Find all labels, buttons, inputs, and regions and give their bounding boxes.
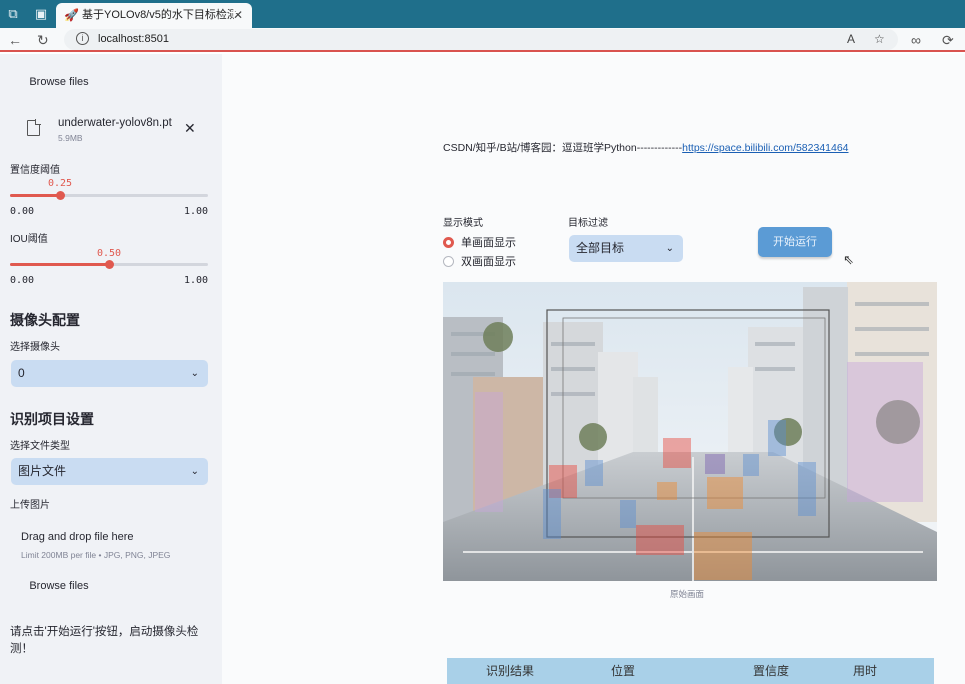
- iou-min: 0.00: [10, 275, 35, 286]
- file-type-select[interactable]: 图片文件 ⌄: [11, 458, 208, 485]
- target-filter-label: 目标过滤: [568, 218, 608, 229]
- file-icon: [27, 119, 41, 136]
- extensions-icon[interactable]: ∞: [911, 31, 921, 49]
- tab-actions-icon[interactable]: ▣: [32, 5, 50, 23]
- col-position: 位置: [611, 664, 636, 678]
- iou-label: IOU阈值: [10, 234, 48, 245]
- remove-file-icon[interactable]: ✕: [184, 120, 196, 136]
- iou-max: 1.00: [184, 275, 209, 286]
- address-bar: ← ↻ i localhost:8501 A ☆ ∞ ⟳: [0, 28, 965, 52]
- upload-image-label: 上传图片: [10, 500, 50, 511]
- credit-link[interactable]: https://space.bilibili.com/582341464: [682, 142, 848, 154]
- results-table-header: 识别结果 位置 置信度 用时: [447, 658, 934, 684]
- file-type-label: 选择文件类型: [10, 441, 70, 452]
- dropzone-limit: Limit 200MB per file • JPG, PNG, JPEG: [21, 550, 171, 560]
- camera-section-title: 摄像头配置: [10, 312, 80, 328]
- url-field[interactable]: i localhost:8501 A ☆: [64, 29, 898, 50]
- credit-line: CSDN/知乎/B站/博客园：逗逗班学Python-------------ht…: [443, 142, 849, 155]
- tab-title: 基于YOLOv8/v5的水下目标检测系: [82, 9, 234, 21]
- chevron-down-icon: ⌄: [190, 368, 199, 379]
- dropzone-title[interactable]: Drag and drop file here: [21, 530, 134, 544]
- target-filter-value: 全部目标: [576, 241, 625, 255]
- confidence-slider[interactable]: [10, 191, 208, 200]
- chevron-down-icon: ⌄: [665, 243, 674, 254]
- mouse-cursor-icon: ⇖: [843, 252, 854, 267]
- chevron-down-icon: ⌄: [190, 466, 199, 477]
- confidence-value: 0.25: [48, 178, 73, 189]
- target-filter-select[interactable]: 全部目标 ⌄: [569, 235, 683, 262]
- camera-select[interactable]: 0 ⌄: [11, 360, 208, 387]
- favorite-star-icon[interactable]: ☆: [874, 31, 885, 48]
- confidence-max: 1.00: [184, 206, 209, 217]
- browse-files-button[interactable]: Browse files: [18, 575, 100, 597]
- radio-single-label: 单画面显示: [461, 237, 516, 249]
- sidebar: Browse files underwater-yolov8n.pt 5.9MB…: [0, 54, 222, 684]
- camera-select-value: 0: [18, 366, 25, 380]
- camera-select-label: 选择摄像头: [10, 342, 60, 353]
- col-result: 识别结果: [486, 664, 535, 678]
- confidence-slider-thumb[interactable]: [55, 191, 65, 200]
- radio-unselected-icon: [443, 256, 454, 267]
- confidence-slider-fill: [10, 194, 60, 197]
- detection-image: [443, 282, 937, 581]
- browser-tab-bar: ⧉ ▣ 🚀 基于YOLOv8/v5的水下目标检测系 ✕ +: [0, 0, 965, 28]
- col-time: 用时: [853, 664, 878, 678]
- credit-text: CSDN/知乎/B站/博客园：逗逗班学Python-------------: [443, 142, 683, 154]
- start-run-button[interactable]: 开始运行: [758, 227, 832, 257]
- rocket-icon: 🚀: [64, 8, 79, 22]
- radio-dual-label: 双画面显示: [461, 256, 516, 268]
- url-text: localhost:8501: [98, 33, 169, 45]
- new-tab-button[interactable]: +: [229, 3, 239, 23]
- confidence-min: 0.00: [10, 206, 35, 217]
- browse-files-button-model[interactable]: Browse files: [18, 71, 100, 93]
- main-content: CSDN/知乎/B站/博客园：逗逗班学Python-------------ht…: [222, 54, 965, 684]
- browser-tab[interactable]: 🚀 基于YOLOv8/v5的水下目标检测系 ✕: [56, 3, 252, 28]
- radio-selected-icon: [443, 237, 454, 248]
- workspaces-icon[interactable]: ⧉: [4, 5, 22, 23]
- iou-value: 0.50: [97, 248, 122, 259]
- radio-dual-view[interactable]: 双画面显示: [443, 254, 563, 270]
- read-aloud-icon[interactable]: A: [847, 31, 855, 48]
- back-arrow-icon[interactable]: ←: [8, 31, 22, 49]
- site-info-icon[interactable]: i: [76, 32, 89, 45]
- project-section-title: 识别项目设置: [10, 411, 94, 427]
- display-mode-label: 显示模式: [443, 218, 483, 229]
- radio-single-view[interactable]: 单画面显示: [443, 235, 563, 251]
- col-confidence: 置信度: [753, 664, 790, 678]
- iou-slider-fill: [10, 263, 109, 266]
- file-type-value: 图片文件: [18, 464, 67, 478]
- confidence-label: 置信度阈值: [10, 165, 60, 176]
- reload-icon[interactable]: ↻: [37, 31, 49, 49]
- iou-slider[interactable]: [10, 260, 208, 269]
- iou-slider-thumb[interactable]: [105, 260, 114, 269]
- uploaded-file-size: 5.9MB: [58, 133, 83, 143]
- image-caption: 原始画面: [670, 589, 705, 599]
- copilot-icon[interactable]: ⟳: [942, 31, 954, 49]
- start-hint-text: 请点击'开始运行'按钮，启动摄像头检测！: [10, 626, 199, 655]
- uploaded-file-name: underwater-yolov8n.pt: [58, 117, 172, 129]
